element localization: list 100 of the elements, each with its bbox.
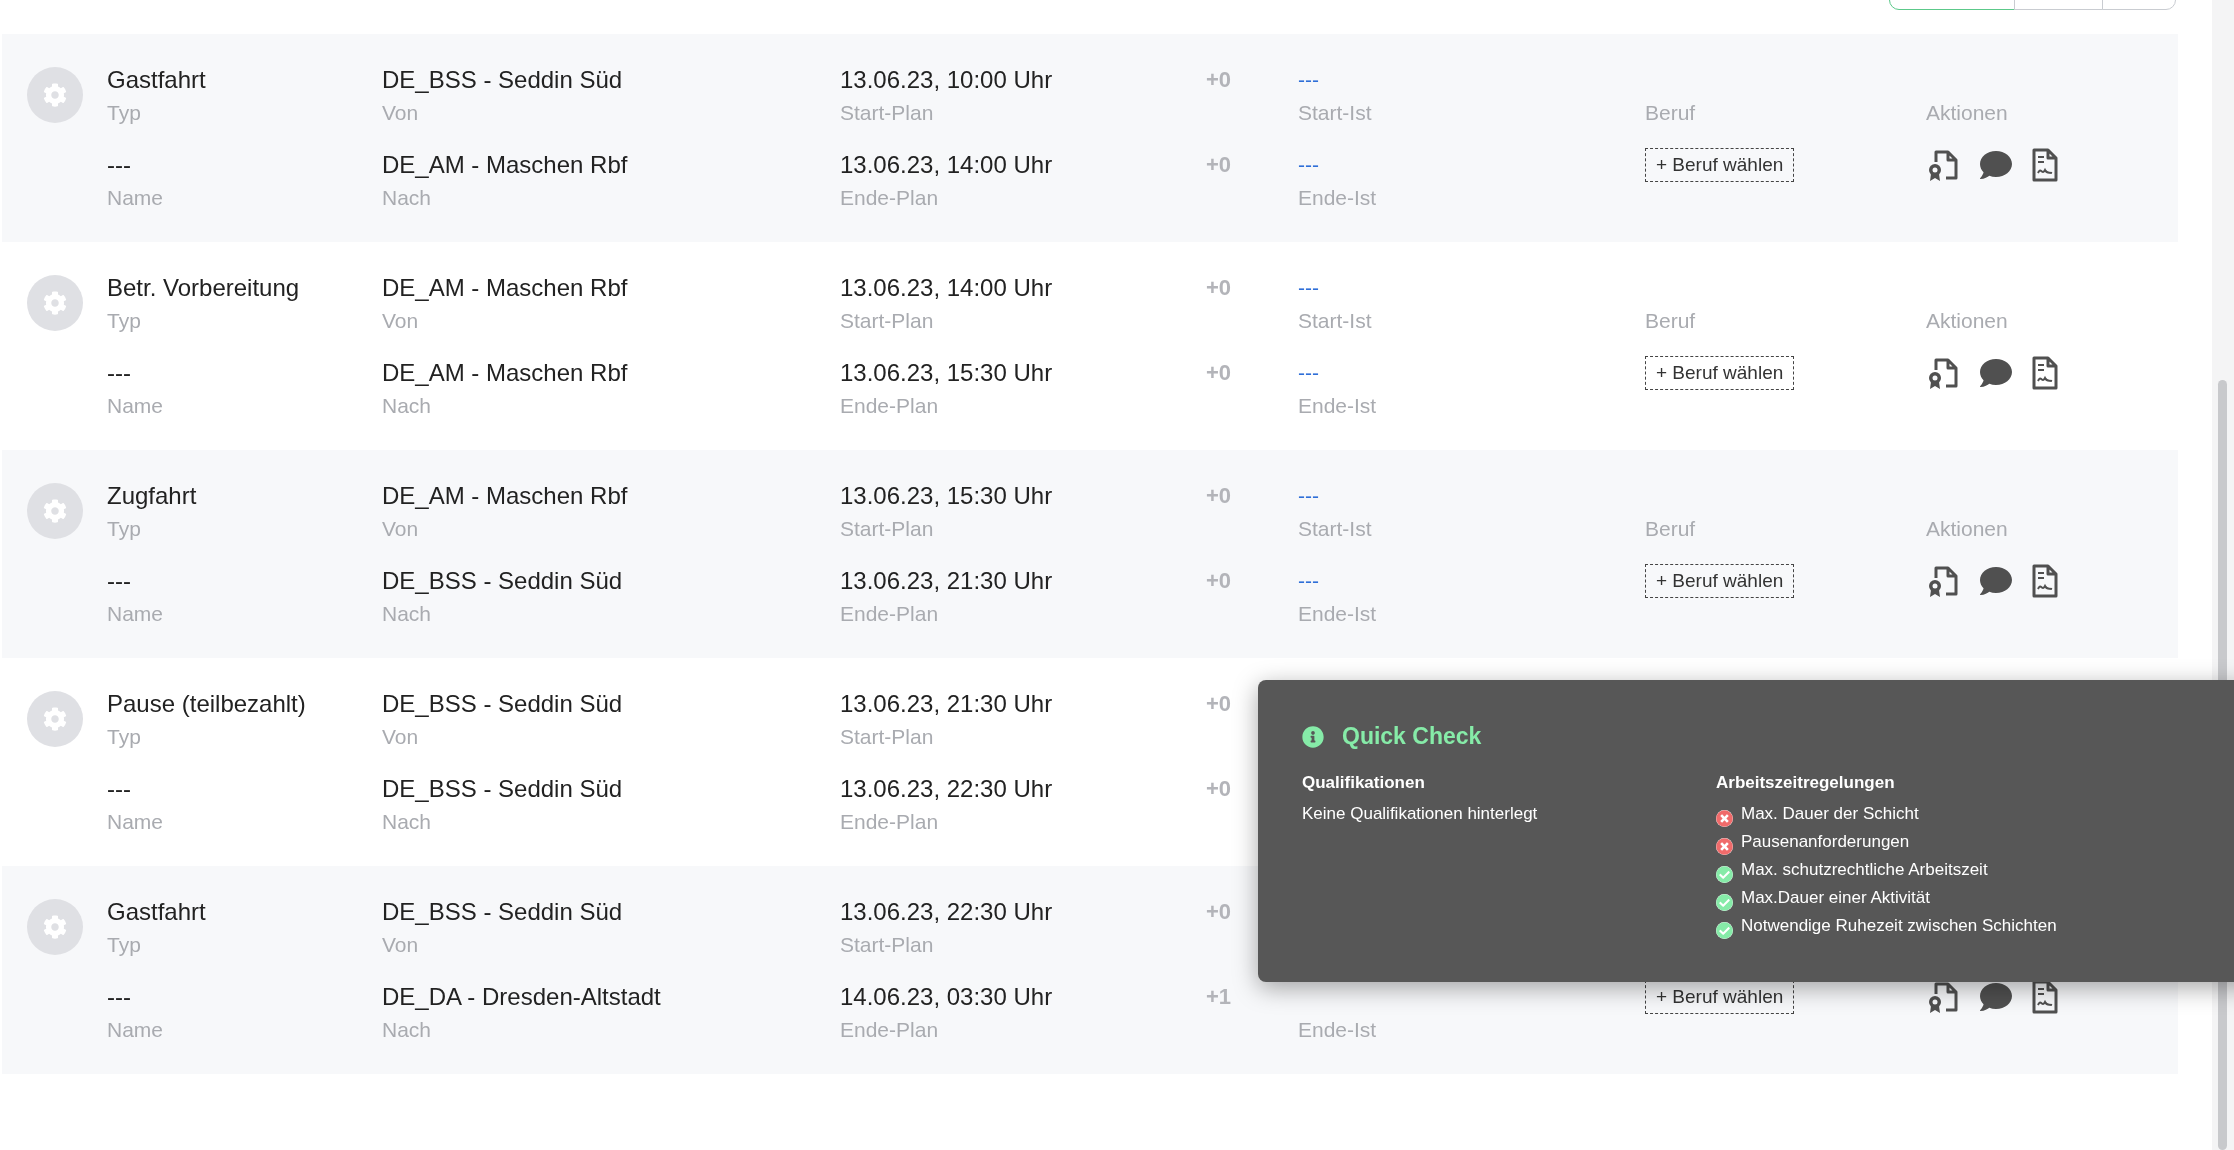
field-label: Von [382, 308, 419, 334]
field-label: Typ [107, 724, 141, 750]
field-label: Beruf [1645, 308, 1696, 334]
certificate-file-icon [1926, 564, 1960, 598]
field-label: Start-Ist [1298, 100, 1372, 126]
comment-icon [1980, 149, 2012, 181]
field-label: Von [382, 100, 419, 126]
day-offset: +0 [1206, 359, 1232, 387]
settings-icon[interactable] [27, 67, 83, 123]
from-station: DE_AM - Maschen Rbf [382, 481, 628, 511]
field-label: Ende-Plan [840, 1017, 939, 1043]
planned-end: 13.06.23, 22:30 Uhr [840, 774, 1053, 804]
section-heading: Qualifikationen [1302, 773, 1425, 793]
planned-end: 14.06.23, 03:30 Uhr [840, 982, 1053, 1012]
choose-profession-button[interactable]: + Beruf wählen [1645, 564, 1795, 598]
actual-end: --- [1298, 568, 1319, 594]
field-label: Ende-Plan [840, 809, 939, 835]
field-label: Ende-Ist [1298, 185, 1377, 211]
field-label: Name [107, 601, 164, 627]
planned-start: 13.06.23, 21:30 Uhr [840, 689, 1053, 719]
field-label: Start-Ist [1298, 516, 1372, 542]
field-label: Typ [107, 100, 141, 126]
field-label: Typ [107, 516, 141, 542]
field-label: Ende-Plan [840, 393, 939, 419]
certificate-file-icon [1926, 148, 1960, 182]
field-label: Typ [107, 932, 141, 958]
day-offset: +0 [1206, 775, 1232, 803]
field-label: Aktionen [1926, 100, 2008, 126]
activity-type: Pause (teilbezahlt) [107, 689, 306, 719]
actual-start: --- [1298, 483, 1319, 509]
activity-type: Gastfahrt [107, 65, 206, 95]
field-label: Ende-Plan [840, 185, 939, 211]
planned-start: 13.06.23, 15:30 Uhr [840, 481, 1053, 511]
choose-profession-button[interactable]: + Beruf wählen [1645, 148, 1795, 182]
choose-profession-button[interactable]: + Beruf wählen [1645, 356, 1795, 390]
popup-title: Quick Check [1342, 723, 1482, 750]
day-offset: +0 [1206, 482, 1232, 510]
rule-text: Notwendige Ruhezeit zwischen Schichten [1741, 916, 2057, 936]
planned-start: 13.06.23, 22:30 Uhr [840, 897, 1053, 927]
field-label: Ende-Ist [1298, 1017, 1377, 1043]
planned-end: 13.06.23, 14:00 Uhr [840, 150, 1053, 180]
field-label: Von [382, 724, 419, 750]
field-label: Von [382, 932, 419, 958]
rule-text: Max. Dauer der Schicht [1741, 804, 1919, 824]
activity-name: --- [107, 774, 131, 804]
field-label: Aktionen [1926, 308, 2008, 334]
day-offset: +0 [1206, 690, 1232, 718]
settings-icon[interactable] [27, 483, 83, 539]
day-offset: +0 [1206, 898, 1232, 926]
field-label: Start-Plan [840, 932, 934, 958]
field-label: Name [107, 393, 164, 419]
signed-document-icon [2032, 564, 2058, 598]
signed-document-icon [2032, 356, 2058, 390]
comment-icon [1980, 357, 2012, 389]
field-label: Start-Plan [840, 100, 934, 126]
settings-icon[interactable] [27, 899, 83, 955]
planned-end: 13.06.23, 15:30 Uhr [840, 358, 1053, 388]
field-label: Aktionen [1926, 516, 2008, 542]
activity-type: Gastfahrt [107, 897, 206, 927]
info-icon [1302, 725, 1324, 748]
actual-start: --- [1298, 67, 1319, 93]
to-station: DE_BSS - Seddin Süd [382, 566, 623, 596]
planned-start: 13.06.23, 10:00 Uhr [840, 65, 1053, 95]
field-label: Nach [382, 393, 432, 419]
from-station: DE_BSS - Seddin Süd [382, 689, 623, 719]
from-station: DE_BSS - Seddin Süd [382, 897, 623, 927]
to-station: DE_AM - Maschen Rbf [382, 150, 628, 180]
field-label: Name [107, 809, 164, 835]
field-label: Beruf [1645, 516, 1696, 542]
settings-icon[interactable] [27, 275, 83, 331]
field-label: Start-Plan [840, 516, 934, 542]
field-label: Ende-Ist [1298, 393, 1377, 419]
comment-icon [1980, 565, 2012, 597]
section-heading: Arbeitszeitregelungen [1716, 773, 1895, 793]
activity-name: --- [107, 566, 131, 596]
to-station: DE_AM - Maschen Rbf [382, 358, 628, 388]
day-offset: +0 [1206, 66, 1232, 94]
field-label: Nach [382, 809, 432, 835]
field-label: Nach [382, 185, 432, 211]
certificate-file-icon [1926, 356, 1960, 390]
rule-text: Max. schutzrechtliche Arbeitszeit [1741, 860, 1988, 880]
field-label: Name [107, 1017, 164, 1043]
activity-type: Betr. Vorbereitung [107, 273, 300, 303]
rule-text: Pausenanforderungen [1741, 832, 1910, 852]
field-label: Nach [382, 601, 432, 627]
from-station: DE_AM - Maschen Rbf [382, 273, 628, 303]
field-label: Name [107, 185, 164, 211]
activity-name: --- [107, 150, 131, 180]
to-station: DE_BSS - Seddin Süd [382, 774, 623, 804]
field-label: Start-Plan [840, 724, 934, 750]
settings-icon[interactable] [27, 691, 83, 747]
field-label: Typ [107, 308, 141, 334]
actual-end: --- [1298, 360, 1319, 386]
activity-name: --- [107, 358, 131, 388]
activity-name: --- [107, 982, 131, 1012]
planned-start: 13.06.23, 14:00 Uhr [840, 273, 1053, 303]
actual-start: --- [1298, 275, 1319, 301]
from-station: DE_BSS - Seddin Süd [382, 65, 623, 95]
field-label: Start-Ist [1298, 308, 1372, 334]
signed-document-icon [2032, 148, 2058, 182]
